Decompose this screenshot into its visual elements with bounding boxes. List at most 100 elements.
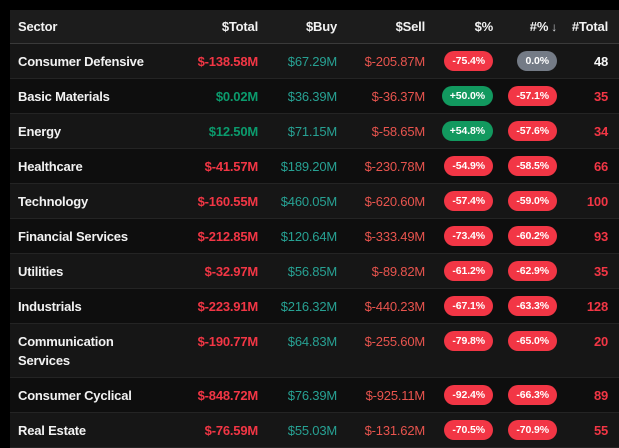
sector-cell: Energy (18, 124, 61, 139)
dollar-sell-cell: $-925.11M (365, 388, 426, 403)
count-pct-badge: -66.3% (508, 385, 557, 405)
table-row[interactable]: Technology $-160.55M $460.05M $-620.60M -57.… (10, 184, 619, 219)
count-pct-label: #% (529, 19, 549, 34)
count-total-cell: 128 (586, 299, 608, 314)
dollar-sell-cell: $-440.23M (364, 299, 426, 314)
table-row[interactable]: Communication Services $-190.77M $64.83M $-… (10, 324, 619, 378)
dollar-total-cell: $0.02M (215, 89, 258, 104)
count-pct-cell: 0.0% (493, 44, 557, 78)
dollar-pct-badge: -61.2% (444, 261, 493, 281)
dollar-total-cell: $-848.72M (197, 388, 259, 403)
dollar-buy-cell: $189.20M (280, 159, 337, 174)
dollar-total-cell: $-190.77M (197, 334, 259, 349)
count-pct-badge: -62.9% (508, 261, 557, 281)
table-row[interactable]: Basic Materials $0.02M $36.39M $-36.37M +50.… (10, 79, 619, 114)
table-header-row: Sector $Total $Buy $Sell $% #% ↓ #Total (10, 10, 619, 44)
dollar-sell-cell: $-89.82M (371, 264, 426, 279)
dollar-buy-cell: $120.64M (280, 229, 337, 244)
count-pct-cell: -58.5% (493, 149, 557, 183)
dollar-sell-cell: $-58.65M (371, 124, 426, 139)
sector-cell: Industrials (18, 299, 82, 314)
count-pct-cell: -57.6% (493, 114, 557, 148)
table-row[interactable]: Real Estate $-76.59M $55.03M $-131.62M -70.5… (10, 413, 619, 448)
table-row[interactable]: Financial Services $-212.85M $120.64M $-333… (10, 219, 619, 254)
table-row[interactable]: Healthcare $-41.57M $189.20M $-230.78M -54.9… (10, 149, 619, 184)
table-row[interactable]: Energy $12.50M $71.15M $-58.65M +54.8% -57.6%… (10, 114, 619, 149)
count-pct-cell: -57.1% (493, 79, 557, 113)
count-total-cell: 35 (593, 264, 608, 279)
count-pct-badge: -70.9% (508, 420, 557, 440)
count-pct-cell: -63.3% (493, 289, 557, 323)
sector-cell: Real Estate (18, 423, 86, 438)
count-total-cell: 55 (593, 423, 608, 438)
count-total-cell: 20 (593, 334, 608, 349)
count-pct-cell: -62.9% (493, 254, 557, 288)
count-total-cell: 89 (593, 388, 608, 403)
dollar-buy-cell: $67.29M (287, 54, 337, 69)
dollar-buy-cell: $36.39M (287, 89, 337, 104)
dollar-buy-cell: $76.39M (287, 388, 337, 403)
dollar-sell-cell: $-205.87M (364, 54, 426, 69)
dollar-pct-badge: -79.8% (444, 331, 493, 351)
count-pct-cell: -59.0% (493, 184, 557, 218)
dollar-total-cell: $-76.59M (204, 423, 259, 438)
dollar-pct-cell: -57.4% (425, 184, 493, 218)
dollar-pct-badge: +54.8% (441, 121, 493, 141)
column-header-dollar-pct[interactable]: $% (425, 19, 494, 34)
count-pct-cell: -60.2% (493, 219, 557, 253)
count-total-cell: 48 (593, 54, 608, 69)
column-header-count-pct[interactable]: #% ↓ (493, 19, 557, 34)
count-total-cell: 35 (593, 89, 608, 104)
dollar-total-cell: $12.50M (208, 124, 258, 139)
dollar-sell-cell: $-36.37M (371, 89, 426, 104)
table-row[interactable]: Industrials $-223.91M $216.32M $-440.23M -67… (10, 289, 619, 324)
dollar-total-cell: $-41.57M (204, 159, 259, 174)
dollar-pct-badge: +50.0% (441, 86, 493, 106)
count-pct-badge: -65.0% (508, 331, 557, 351)
dollar-sell-cell: $-620.60M (364, 194, 426, 209)
dollar-pct-cell: -70.5% (425, 413, 493, 447)
dollar-total-cell: $-138.58M (197, 54, 259, 69)
dollar-pct-badge: -70.5% (444, 420, 493, 440)
table-row[interactable]: Consumer Cyclical $-848.72M $76.39M $-925.1… (10, 378, 619, 413)
dollar-pct-badge: -67.1% (444, 296, 493, 316)
table-body: Consumer Defensive $-138.58M $67.29M $-205.… (10, 44, 619, 448)
sector-cell: Utilities (18, 264, 64, 279)
dollar-pct-badge: -73.4% (444, 226, 493, 246)
table-row[interactable]: Consumer Defensive $-138.58M $67.29M $-205.… (10, 44, 619, 79)
column-header-dollar-sell[interactable]: $Sell (337, 19, 426, 34)
dollar-sell-cell: $-131.62M (364, 423, 426, 438)
count-total-cell: 93 (593, 229, 608, 244)
table-row[interactable]: Utilities $-32.97M $56.85M $-89.82M -61.2% -6… (10, 254, 619, 289)
dollar-sell-cell: $-255.60M (364, 334, 426, 349)
sector-cell: Financial Services (18, 229, 128, 244)
column-header-dollar-buy[interactable]: $Buy (258, 19, 337, 34)
column-header-dollar-total[interactable]: $Total (170, 19, 258, 34)
dollar-pct-cell: -54.9% (425, 149, 493, 183)
dollar-buy-cell: $64.83M (287, 334, 337, 349)
dollar-buy-cell: $216.32M (280, 299, 337, 314)
count-pct-cell: -66.3% (493, 378, 557, 412)
dollar-sell-cell: $-333.49M (364, 229, 426, 244)
sector-cell: Healthcare (18, 159, 83, 174)
count-pct-badge: -59.0% (508, 191, 557, 211)
dollar-buy-cell: $460.05M (280, 194, 337, 209)
count-pct-badge: 0.0% (517, 51, 557, 71)
dollar-pct-badge: -57.4% (444, 191, 493, 211)
count-pct-cell: -70.9% (493, 413, 557, 447)
dollar-total-cell: $-223.91M (197, 299, 259, 314)
sector-cell: Basic Materials (18, 89, 110, 104)
count-pct-badge: -57.6% (508, 121, 557, 141)
column-header-count-total[interactable]: #Total (557, 19, 608, 34)
count-total-cell: 66 (593, 159, 608, 174)
count-pct-badge: -63.3% (508, 296, 557, 316)
count-total-cell: 34 (593, 124, 608, 139)
column-header-sector[interactable]: Sector (10, 19, 170, 34)
sector-screener-table: Sector $Total $Buy $Sell $% #% ↓ #Total C… (10, 10, 619, 448)
dollar-pct-badge: -75.4% (444, 51, 493, 71)
dollar-pct-cell: +54.8% (425, 114, 493, 148)
count-pct-badge: -58.5% (508, 156, 557, 176)
count-pct-badge: -57.1% (508, 86, 557, 106)
dollar-pct-cell: -79.8% (425, 324, 493, 358)
dollar-total-cell: $-32.97M (204, 264, 259, 279)
